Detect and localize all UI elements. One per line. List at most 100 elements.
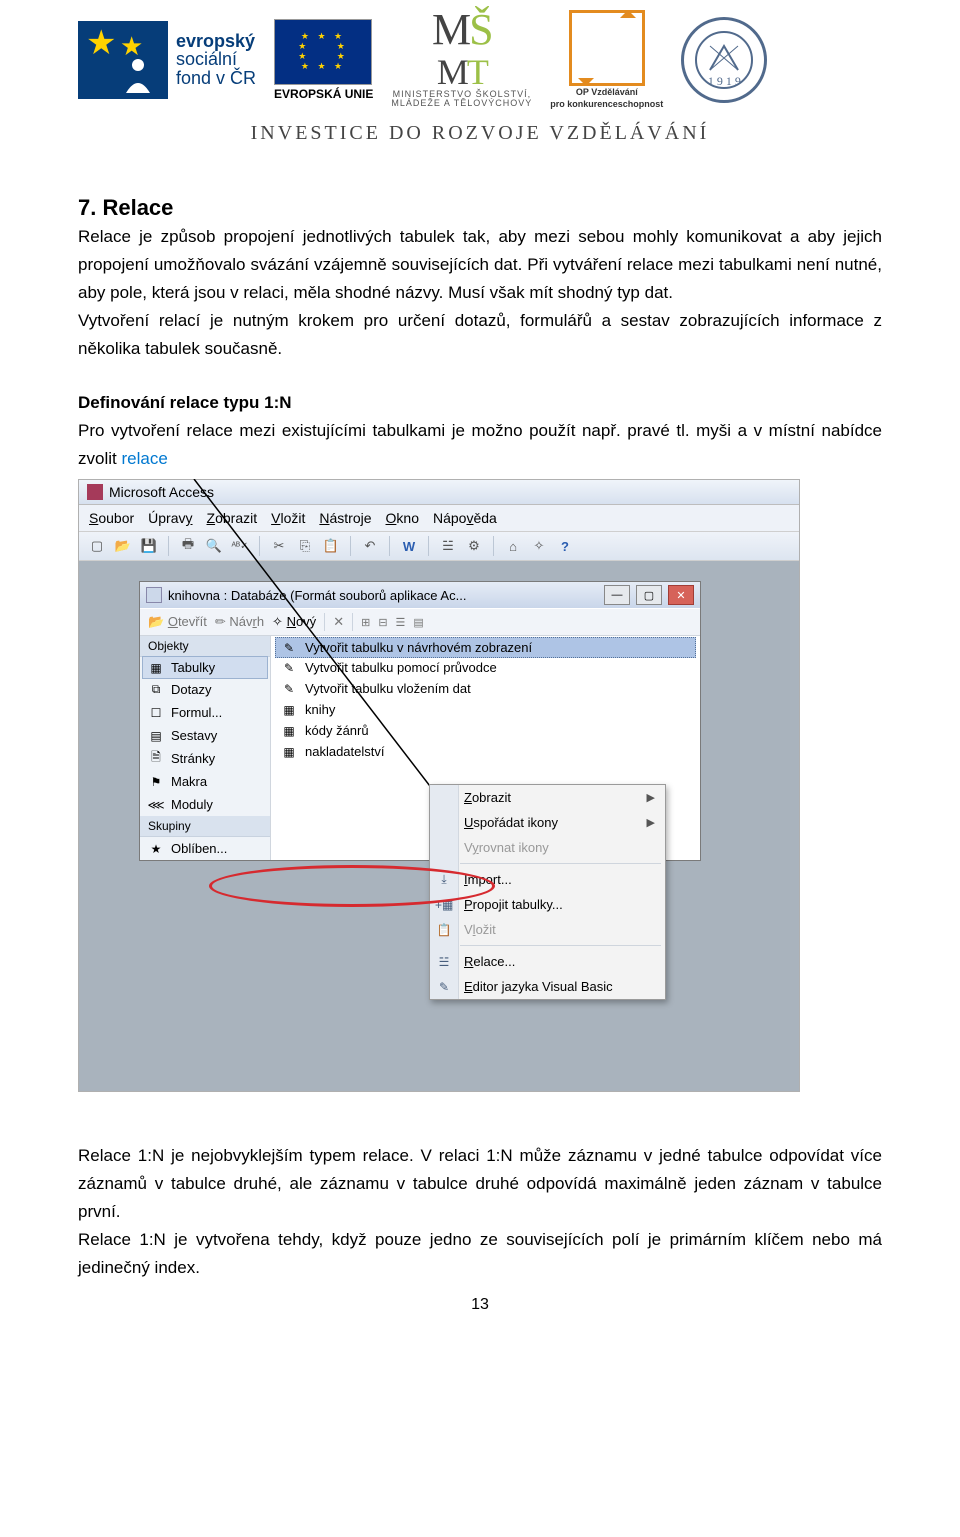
menu-soubor[interactable]: Soubor xyxy=(89,510,134,526)
op-sub1: OP Vzdělávání xyxy=(550,88,663,98)
sidebar-tables[interactable]: ▦Tabulky xyxy=(142,656,268,679)
spellcheck-icon[interactable]: ᴬᴮ✓ xyxy=(230,536,250,556)
wizard-icon: ✎ xyxy=(281,641,297,655)
save-icon[interactable]: 💾 xyxy=(139,536,159,556)
eu-flag-icon: ★ ★ ★★ ★★ ★★ ★ ★ xyxy=(274,19,372,85)
relationships-icon[interactable]: ☱ xyxy=(438,536,458,556)
minimize-button[interactable]: — xyxy=(604,585,630,605)
menu-okno[interactable]: Okno xyxy=(386,510,419,526)
sidebar-favorites[interactable]: ★Oblíben... xyxy=(140,837,270,860)
import-icon: ⤓ xyxy=(435,872,453,887)
menu-zobrazit[interactable]: Zobrazit xyxy=(207,510,258,526)
menu-bar[interactable]: Soubor Úpravy Zobrazit Vložit Nástroje O… xyxy=(79,505,799,532)
cm-relace[interactable]: ☱Relace... xyxy=(430,949,665,974)
create-datasheet[interactable]: ✎Vytvořit tabulku vložením dat xyxy=(271,678,700,699)
menu-nastroje[interactable]: Nástroje xyxy=(319,510,371,526)
op-logo: OP Vzdělávání pro konkurenceschopnost xyxy=(550,10,663,110)
table-nakladatelstvi[interactable]: ▦nakladatelství xyxy=(271,741,700,762)
dbwin-titlebar[interactable]: knihovna : Databáze (Formát souborů apli… xyxy=(140,582,700,608)
open-icon[interactable]: 📂 xyxy=(113,536,133,556)
sidebar-forms[interactable]: ☐Formul... xyxy=(140,701,270,724)
header-banner: ★ ★ evropský sociální fond v ČR ★ ★ ★★ ★… xyxy=(78,0,882,114)
cm-propojit[interactable]: +▦Propojit tabulky... xyxy=(430,892,665,917)
database-window[interactable]: knihovna : Databáze (Formát souborů apli… xyxy=(139,581,701,861)
new-object-button[interactable]: ✧ Nový xyxy=(272,614,316,630)
table-icon: ▦ xyxy=(281,745,297,759)
mdi-workspace: knihovna : Databáze (Formát souborů apli… xyxy=(79,561,799,1091)
sidebar-macros[interactable]: ⚑Makra xyxy=(140,770,270,793)
table-knihy[interactable]: ▦knihy xyxy=(271,699,700,720)
menu-vlozit[interactable]: Vložit xyxy=(271,510,305,526)
sidebar-queries[interactable]: ⧉Dotazy xyxy=(140,678,270,701)
cut-icon[interactable]: ✂ xyxy=(269,536,289,556)
table-icon: ▦ xyxy=(281,703,297,717)
esf-line1: evropský xyxy=(176,32,256,51)
cm-vyrovnat: Vyrovnat ikony xyxy=(430,835,665,860)
delete-icon[interactable]: ✕ xyxy=(333,614,344,630)
large-icons-icon[interactable]: ⊞ xyxy=(361,616,370,629)
sidebar-pages[interactable]: 🗎Stránky xyxy=(140,747,270,770)
help-icon[interactable]: ? xyxy=(555,536,575,556)
paste-icon[interactable]: 📋 xyxy=(321,536,341,556)
close-button[interactable]: ✕ xyxy=(668,585,694,605)
cm-zobrazit[interactable]: Zobrazit▶ xyxy=(430,785,665,810)
submenu-arrow-icon: ▶ xyxy=(647,816,655,829)
details-icons-icon[interactable]: ▤ xyxy=(413,616,423,629)
paragraph-3a: Pro vytvoření relace mezi existujícími t… xyxy=(78,421,882,468)
dbwin-sys-icon[interactable] xyxy=(146,587,162,603)
object-list[interactable]: ✎Vytvořit tabulku v návrhovém zobrazení … xyxy=(271,636,700,860)
esf-line2: sociální xyxy=(176,50,256,69)
cm-editor-vb[interactable]: ✎Editor jazyka Visual Basic xyxy=(430,974,665,999)
copy-icon[interactable]: ⎘ xyxy=(295,536,315,556)
wizard-icon: ✎ xyxy=(281,661,297,675)
report-icon: ▤ xyxy=(148,729,164,743)
undo-icon[interactable]: ↶ xyxy=(360,536,380,556)
msmt-logo: MŠMT MINISTERSTVO ŠKOLSTVÍ, MLÁDEŽE A TĚ… xyxy=(391,10,532,109)
esf-line3: fond v ČR xyxy=(176,69,256,88)
design-button[interactable]: ✏ Návrh xyxy=(215,614,264,630)
wizard-icon: ✎ xyxy=(281,682,297,696)
small-icons-icon[interactable]: ⊟ xyxy=(378,616,387,629)
print-icon[interactable]: 🖶 xyxy=(178,536,198,556)
object-groups-sidebar[interactable]: Objekty ▦Tabulky ⧉Dotazy ☐Formul... ▤Ses… xyxy=(140,636,271,860)
sidebar-modules[interactable]: ⋘Moduly xyxy=(140,793,270,816)
dbwin-toolbar[interactable]: 📂 Otevřít ✏ Návrh ✧ Nový ✕ ⊞ ⊟ ☰ ▤ xyxy=(140,608,700,636)
dbwin-title-text: knihovna : Databáze (Formát souborů apli… xyxy=(168,588,466,603)
msmt-sub2: MLÁDEŽE A TĚLOVÝCHOVY xyxy=(391,99,532,109)
analyze-icon[interactable]: ⚙ xyxy=(464,536,484,556)
code-icon[interactable]: ⌂ xyxy=(503,536,523,556)
open-object-button[interactable]: 📂 Otevřít xyxy=(148,614,207,630)
cm-import[interactable]: ⤓Import... xyxy=(430,867,665,892)
preview-icon[interactable]: 🔍 xyxy=(204,536,224,556)
relationships-icon: ☱ xyxy=(435,955,453,969)
op-sub2: pro konkurenceschopnost xyxy=(550,100,663,110)
menu-upravy[interactable]: Úpravy xyxy=(148,510,192,526)
create-design-view[interactable]: ✎Vytvořit tabulku v návrhovém zobrazení xyxy=(275,637,696,658)
eu-block: ★ ★ ★★ ★★ ★★ ★ ★ EVROPSKÁ UNIE xyxy=(274,19,373,101)
link-tables-icon: +▦ xyxy=(435,898,453,912)
list-icons-icon[interactable]: ☰ xyxy=(396,616,406,629)
standard-toolbar[interactable]: ▢ 📂 💾 🖶 🔍 ᴬᴮ✓ ✂ ⎘ 📋 ↶ W ☱ ⚙ ⌂ xyxy=(79,532,799,561)
relace-link: relace xyxy=(121,449,167,468)
invest-tagline: INVESTICE DO ROZVOJE VZDĚLÁVÁNÍ xyxy=(78,122,882,145)
cm-usporadat[interactable]: Uspořádat ikony▶ xyxy=(430,810,665,835)
sidebar-reports[interactable]: ▤Sestavy xyxy=(140,724,270,747)
props-icon[interactable]: ✧ xyxy=(529,536,549,556)
submenu-arrow-icon: ▶ xyxy=(647,791,655,804)
context-menu[interactable]: Zobrazit▶ Uspořádat ikony▶ Vyrovnat ikon… xyxy=(429,784,666,1000)
table-kody-zanru[interactable]: ▦kódy žánrů xyxy=(271,720,700,741)
access-window: Microsoft Access Soubor Úpravy Zobrazit … xyxy=(78,479,800,1092)
new-doc-icon[interactable]: ▢ xyxy=(87,536,107,556)
query-icon: ⧉ xyxy=(148,683,164,697)
access-app-icon xyxy=(87,484,103,500)
create-wizard[interactable]: ✎Vytvořit tabulku pomocí průvodce xyxy=(271,657,700,678)
maximize-button[interactable]: ▢ xyxy=(636,585,662,605)
menu-napoveda[interactable]: Nápověda xyxy=(433,510,497,526)
cm-vlozit: 📋Vložit xyxy=(430,917,665,942)
esf-logo: ★ ★ evropský sociální fond v ČR xyxy=(78,21,256,99)
paragraph-1: Relace je způsob propojení jednotlivých … xyxy=(78,223,882,307)
word-icon[interactable]: W xyxy=(399,536,419,556)
access-app-title: Microsoft Access xyxy=(109,484,214,500)
vb-editor-icon: ✎ xyxy=(435,980,453,994)
section-heading: 7. Relace xyxy=(78,195,882,221)
